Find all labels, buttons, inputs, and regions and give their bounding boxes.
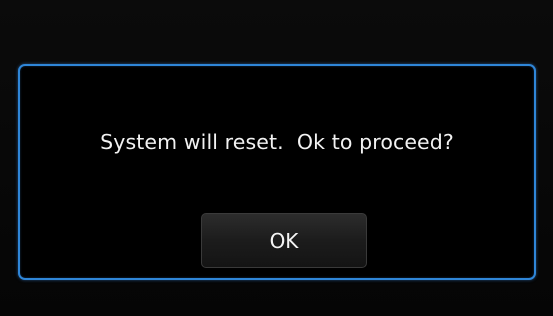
ok-button[interactable]: OK: [201, 213, 367, 268]
reset-confirm-dialog: System will reset. Ok to proceed? OK: [18, 64, 536, 280]
screen: System will reset. Ok to proceed? OK: [0, 0, 553, 316]
dialog-message: System will reset. Ok to proceed?: [100, 130, 454, 154]
